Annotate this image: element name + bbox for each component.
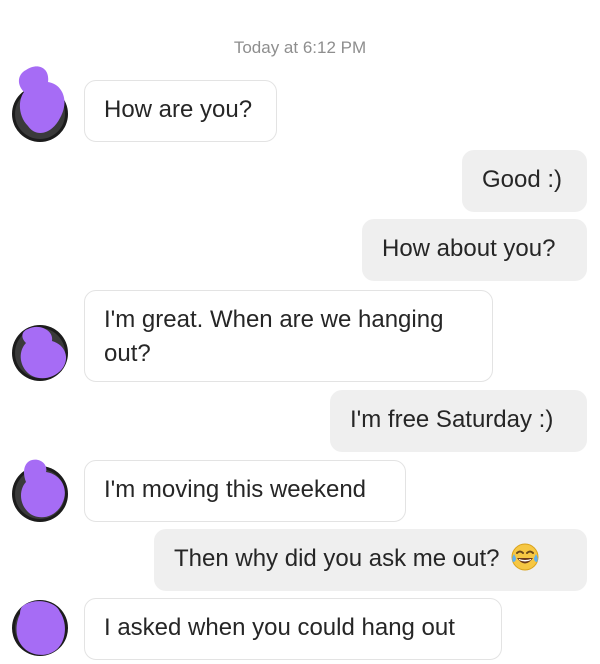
message-bubble-outgoing[interactable]: Good :) — [462, 150, 587, 212]
message-bubble-incoming[interactable]: How are you? — [84, 80, 277, 142]
avatar-scribble-icon — [12, 600, 68, 656]
message-timestamp: Today at 6:12 PM — [233, 38, 367, 57]
avatar-scribble-icon — [12, 459, 68, 522]
message-text: Good :) — [482, 166, 563, 193]
message-bubble-incoming[interactable]: I'm moving this weekend — [84, 460, 406, 522]
avatar-scribble-icon — [12, 66, 68, 142]
message-text: I'm moving this weekend — [104, 476, 367, 503]
message-text: How about you? — [382, 235, 556, 262]
contact-avatar[interactable] — [12, 62, 68, 142]
message-text: Then why did you ask me out? — [174, 545, 500, 572]
message-text: I asked when you could hang out — [104, 614, 455, 641]
tears-of-joy-emoji — [511, 543, 539, 571]
message-text: I'm free Saturday :) — [350, 406, 554, 433]
message-bubble-incoming[interactable]: I'm great. When are we hanging out? — [84, 290, 493, 382]
message-bubble-incoming[interactable]: I asked when you could hang out — [84, 598, 502, 660]
message-text: How are you? — [104, 96, 253, 123]
message-bubble-outgoing[interactable]: Then why did you ask me out? — [154, 529, 587, 591]
contact-avatar[interactable] — [12, 600, 68, 656]
message-text: I'm great. When are we hanging out? — [104, 306, 444, 367]
contact-avatar[interactable] — [12, 325, 68, 381]
avatar-scribble-icon — [12, 325, 68, 381]
contact-avatar[interactable] — [12, 458, 68, 522]
message-bubble-outgoing[interactable]: I'm free Saturday :) — [330, 390, 587, 452]
message-bubble-outgoing[interactable]: How about you? — [362, 219, 587, 281]
